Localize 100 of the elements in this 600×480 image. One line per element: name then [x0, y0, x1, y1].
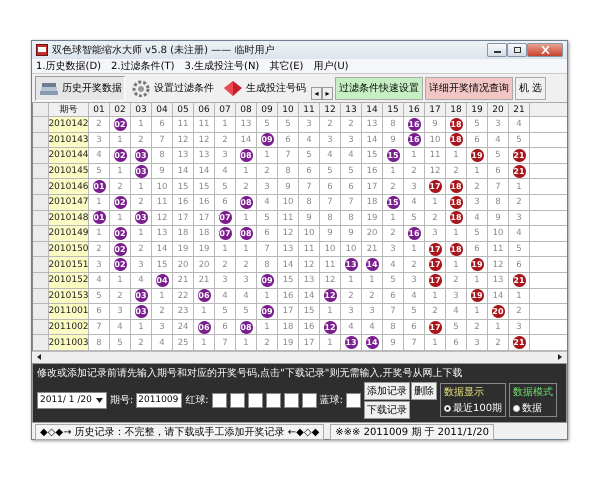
miss-count: 1: [201, 338, 207, 348]
row-header[interactable]: [33, 179, 49, 195]
scroll-arrow-button[interactable]: ◂: [311, 86, 322, 100]
row-header[interactable]: [33, 164, 49, 180]
miss-count: 22: [178, 290, 188, 301]
miss-count: 9: [327, 228, 333, 238]
miss-count: 10: [430, 134, 440, 145]
column-header: 04: [152, 103, 173, 117]
number-field[interactable]: [284, 392, 299, 408]
status-text: ◆◇◆→ 历史记录：不完整，请下载或手工添加开奖记录 ←◆◇◆: [35, 424, 324, 440]
miss-count: 10: [282, 197, 294, 208]
number-field[interactable]: [230, 392, 245, 408]
miss-count: 8: [390, 322, 396, 332]
row-header[interactable]: [33, 210, 49, 226]
miss-count: 2: [432, 212, 438, 223]
radio-option[interactable]: 最近100期: [444, 401, 502, 416]
miss-count: 1: [117, 212, 123, 223]
miss-count: 17: [366, 182, 378, 192]
miss-count: 6: [474, 134, 480, 145]
miss-count: 15: [366, 150, 378, 160]
row-header[interactable]: [33, 288, 49, 304]
toolbar-tab[interactable]: 生成投注号码: [219, 76, 309, 100]
miss-count: 21: [178, 275, 188, 286]
column-header: 16: [404, 103, 425, 117]
row-header[interactable]: [33, 242, 49, 258]
miss-count: 5: [474, 228, 480, 238]
miss-count: 6: [495, 166, 501, 176]
record-button[interactable]: 添加记录: [364, 382, 410, 400]
miss-count: 5: [96, 166, 102, 176]
menu-item[interactable]: 1.历史数据(D): [36, 59, 102, 73]
row-header[interactable]: [33, 194, 49, 211]
miss-count: 3: [327, 134, 333, 145]
miss-count: 4: [474, 212, 480, 223]
close-button[interactable]: [527, 43, 563, 57]
radio-option[interactable]: 数据: [513, 401, 554, 416]
scroll-arrow-button[interactable]: ▸: [322, 86, 333, 100]
toolbar-button[interactable]: 详细开奖情况查询: [425, 76, 513, 100]
miss-count: 2: [222, 260, 228, 270]
issue-field[interactable]: 2011009: [136, 392, 182, 408]
miss-count: 6: [159, 119, 165, 130]
record-button[interactable]: 删除: [411, 382, 437, 400]
miss-count: 7: [159, 134, 165, 145]
number-ball: 04: [156, 274, 168, 287]
row-header[interactable]: [33, 257, 49, 273]
miss-count: 1: [453, 150, 459, 160]
radio-button[interactable]: [513, 404, 520, 412]
miss-count: 7: [306, 182, 312, 192]
toolbar-button[interactable]: 机 选: [515, 76, 546, 100]
miss-count: 10: [156, 182, 168, 192]
miss-count: 12: [324, 275, 336, 286]
miss-count: 3: [348, 134, 354, 145]
miss-count: 5: [264, 212, 270, 223]
number-field[interactable]: [302, 392, 317, 408]
row-header[interactable]: [33, 304, 49, 320]
miss-count: 17: [304, 338, 314, 348]
miss-count: 5: [264, 119, 270, 130]
miss-count: 5: [222, 182, 228, 192]
number-ball: 20: [492, 304, 504, 318]
maximize-button[interactable]: [507, 43, 527, 57]
row-header[interactable]: [33, 132, 49, 148]
row-header[interactable]: [33, 272, 49, 289]
miss-count: 9: [390, 338, 396, 348]
row-header[interactable]: [33, 335, 49, 351]
miss-count: 6: [306, 166, 312, 176]
number-ball: 03: [134, 164, 148, 178]
miss-count: 6: [411, 322, 417, 332]
toolbar-button[interactable]: 过滤条件快速设置: [335, 76, 423, 100]
record-button[interactable]: 下载记录: [364, 400, 410, 419]
column-header: 14: [362, 103, 383, 117]
radio-button[interactable]: [444, 404, 451, 412]
row-header[interactable]: [33, 117, 49, 133]
menu-item[interactable]: 3.生成投注号(N): [184, 59, 260, 73]
minimize-button[interactable]: [487, 43, 507, 57]
date-picker[interactable]: 2011/ 1 /20: [37, 392, 107, 409]
miss-count: 1: [327, 338, 333, 348]
number-field[interactable]: [212, 392, 227, 408]
miss-count: 18: [198, 228, 210, 238]
toolbar-tab[interactable]: 设置过滤条件: [127, 76, 217, 100]
miss-count: 3: [495, 119, 501, 130]
menu-item[interactable]: 其它(E): [269, 59, 304, 73]
dropdown-arrow-icon: [94, 396, 104, 404]
toolbar-tab[interactable]: 历史开奖数据: [35, 76, 125, 100]
miss-count: 4: [159, 338, 165, 348]
menu-item[interactable]: 用户(U): [313, 59, 349, 73]
row-header[interactable]: [33, 148, 49, 164]
miss-count: 3: [264, 182, 270, 192]
column-header: 06: [194, 103, 215, 117]
miss-count: 5: [516, 244, 522, 254]
miss-count: 1: [474, 275, 480, 286]
miss-count: 3: [516, 322, 522, 332]
number-field[interactable]: [248, 392, 263, 408]
row-header[interactable]: [33, 226, 49, 242]
miss-count: 6: [474, 244, 480, 254]
miss-count: 1: [369, 275, 375, 286]
row-header[interactable]: [33, 320, 49, 336]
menu-item[interactable]: 2.过滤条件(T): [111, 59, 174, 73]
number-ball: 01: [92, 211, 106, 224]
horizontal-scrollbar[interactable]: [32, 350, 567, 363]
extra-number-field[interactable]: [346, 392, 361, 408]
number-field[interactable]: [266, 392, 281, 408]
